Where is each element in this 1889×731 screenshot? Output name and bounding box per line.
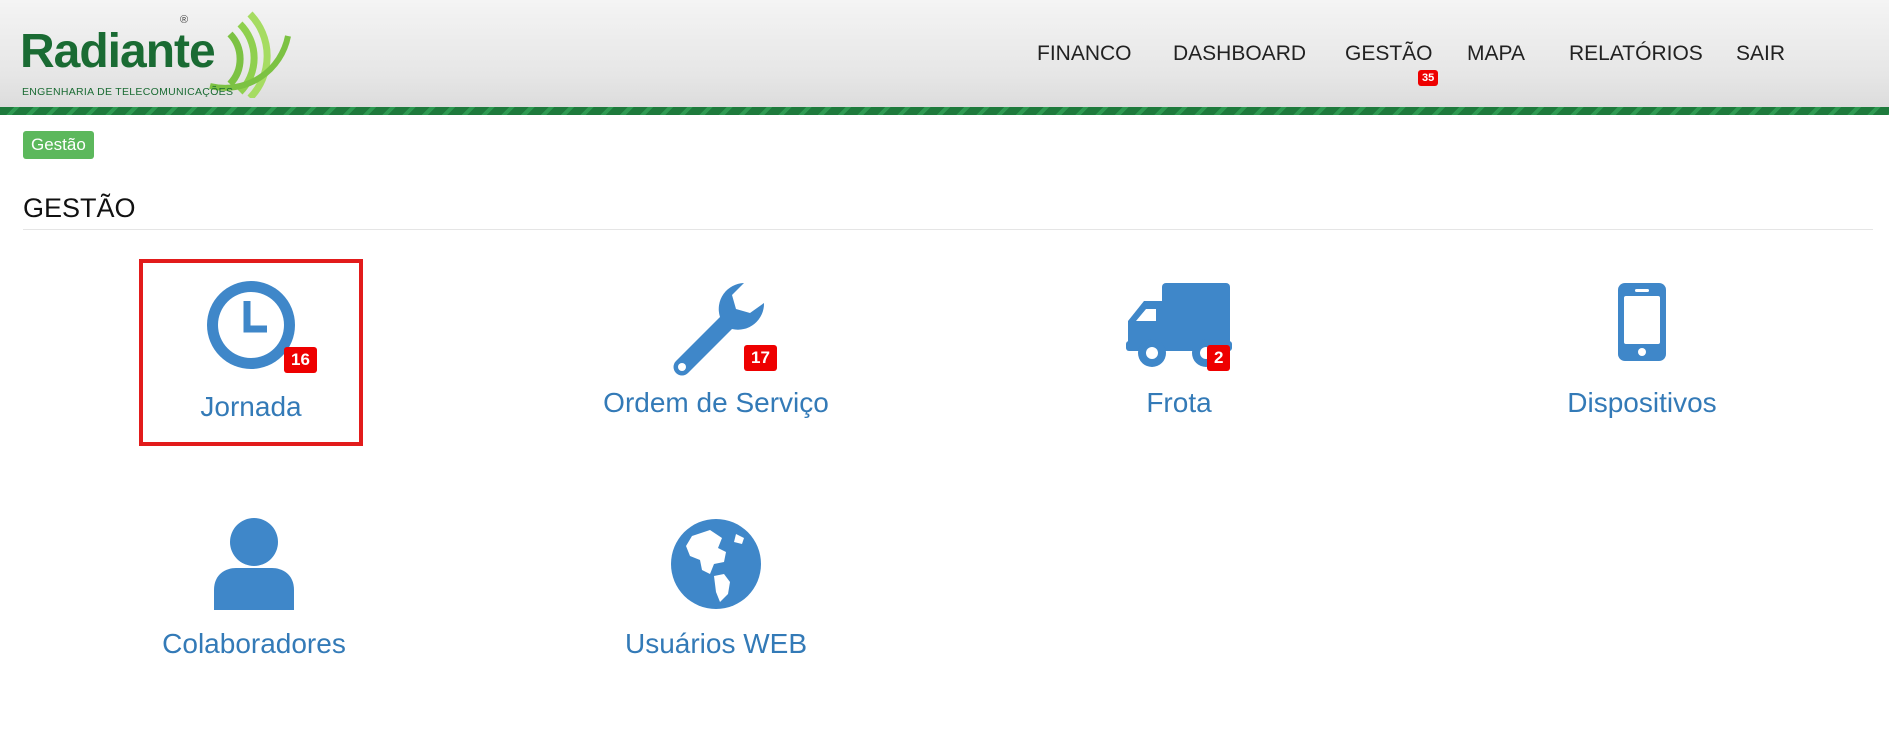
mobile-phone-icon bbox=[1618, 283, 1666, 361]
tile-label: Jornada bbox=[200, 391, 302, 422]
nav-item-financo[interactable]: FINANCO bbox=[1037, 42, 1132, 66]
tile-usuarios-web[interactable]: Usuários WEB bbox=[586, 500, 846, 687]
nav-item-relatorios[interactable]: RELATÓRIOS bbox=[1569, 42, 1703, 66]
nav-gestao-badge: 35 bbox=[1418, 70, 1439, 86]
user-icon bbox=[214, 518, 294, 610]
jornada-badge: 16 bbox=[284, 347, 317, 373]
tile-label: Frota bbox=[1146, 387, 1212, 418]
header-stripe bbox=[0, 107, 1889, 115]
nav-item-dashboard[interactable]: DASHBOARD bbox=[1173, 42, 1306, 66]
globe-icon bbox=[671, 519, 761, 609]
tile-label: Ordem de Serviço bbox=[603, 387, 829, 418]
tile-label: Colaboradores bbox=[162, 628, 346, 659]
nav-item-mapa[interactable]: MAPA bbox=[1467, 42, 1525, 66]
tile-jornada[interactable]: 16 Jornada bbox=[139, 259, 363, 446]
tile-dispositivos[interactable]: Dispositivos bbox=[1512, 259, 1772, 446]
registered-mark: ® bbox=[180, 14, 189, 26]
tile-frota[interactable]: 2 Frota bbox=[1049, 259, 1309, 446]
nav-item-sair[interactable]: SAIR bbox=[1736, 42, 1785, 66]
breadcrumb[interactable]: Gestão bbox=[23, 131, 94, 159]
page-title: GESTÃO bbox=[23, 193, 136, 223]
title-divider bbox=[23, 229, 1873, 230]
frota-badge: 2 bbox=[1207, 345, 1231, 371]
tile-ordem-de-servico[interactable]: 17 Ordem de Serviço bbox=[586, 259, 846, 446]
tile-colaboradores[interactable]: Colaboradores bbox=[124, 500, 384, 687]
tile-label: Dispositivos bbox=[1567, 387, 1717, 418]
main-nav: FINANCO DASHBOARD GESTÃO 35 MAPA RELATÓR… bbox=[0, 42, 1889, 86]
tile-label: Usuários WEB bbox=[624, 628, 808, 659]
ordem-de-servico-badge: 17 bbox=[744, 345, 777, 371]
nav-item-gestao[interactable]: GESTÃO bbox=[1345, 42, 1433, 66]
brand-tagline: ENGENHARIA DE TELECOMUNICAÇÕES bbox=[22, 86, 234, 98]
